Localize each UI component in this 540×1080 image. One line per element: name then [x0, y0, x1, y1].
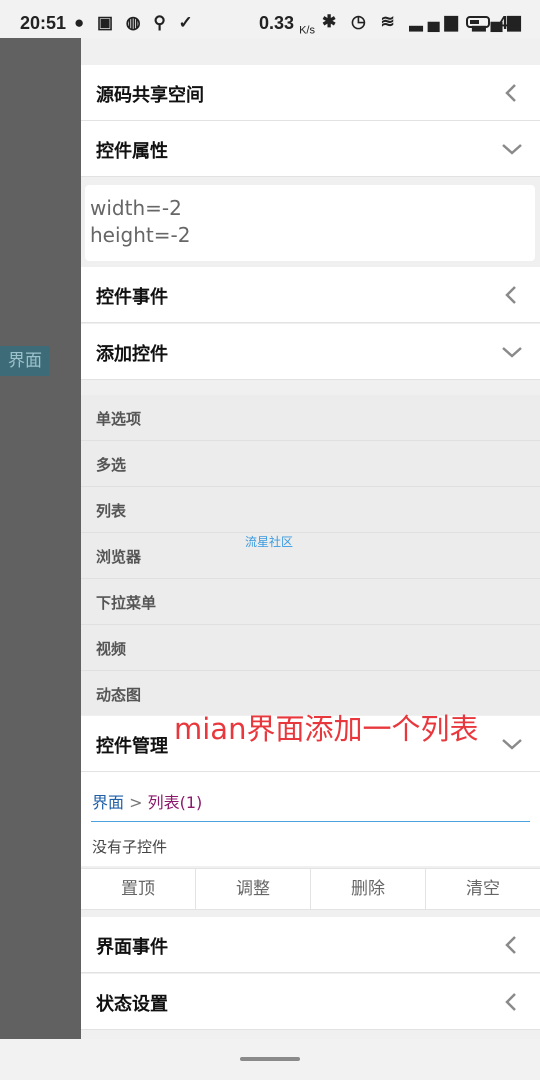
section-label: 状态设置 [96, 994, 168, 1015]
breadcrumb-separator: > [124, 793, 148, 812]
clock: 20:51 [20, 13, 67, 33]
delete-button[interactable]: 删除 [311, 869, 426, 909]
section-ui-events[interactable]: 界面事件 [81, 917, 540, 973]
notification-icons: ● ▣ ◍ ⚲ ✓ [74, 13, 197, 32]
add-item-dropdown[interactable]: 下拉菜单 [81, 579, 540, 625]
section-label: 界面事件 [96, 937, 168, 958]
action-bar: 置顶 调整 删除 清空 [81, 868, 540, 910]
properties-box[interactable]: width=-2 height=-2 [85, 185, 535, 261]
section-label: 添加控件 [96, 344, 168, 365]
no-children-message: 没有子控件 [81, 822, 540, 866]
section-label: 控件事件 [96, 287, 168, 308]
annotation-overlay: mian界面添加一个列表 [174, 712, 479, 746]
ui-tag[interactable]: 界面 [0, 346, 50, 376]
add-item-list[interactable]: 列表 [81, 487, 540, 533]
watermark-text: 流星社区 [245, 535, 294, 549]
system-icons: ✱ ◷ ≋ ▂▄▆ ▂▄▆ [322, 12, 526, 31]
add-item-checkbox[interactable]: 多选 [81, 441, 540, 487]
chevron-down-icon [502, 342, 522, 362]
pin-top-button[interactable]: 置顶 [81, 869, 196, 909]
breadcrumb-current[interactable]: 列表(1) [148, 793, 203, 812]
section-label: 控件属性 [96, 141, 168, 162]
section-source-share[interactable]: 源码共享空间 [81, 65, 540, 121]
section-state[interactable]: 状态设置 [81, 974, 540, 1030]
clear-button[interactable]: 清空 [426, 869, 540, 909]
section-properties[interactable]: 控件属性 [81, 121, 540, 177]
adjust-button[interactable]: 调整 [196, 869, 311, 909]
battery-icon [466, 16, 490, 28]
add-item-browser[interactable]: 浏览器 [81, 533, 540, 579]
section-label: 源码共享空间 [96, 85, 204, 106]
breadcrumb: 界面 > 列表(1) [81, 772, 540, 822]
chevron-left-icon [502, 285, 522, 305]
chevron-down-icon [502, 734, 522, 754]
width-value: width=-2 [90, 196, 182, 220]
add-control-list: 单选项 多选 列表 浏览器 下拉菜单 视频 动态图 [81, 395, 540, 717]
chevron-left-icon [502, 935, 522, 955]
chevron-down-icon [502, 139, 522, 159]
add-item-radio[interactable]: 单选项 [81, 395, 540, 441]
home-gesture-handle[interactable] [240, 1057, 300, 1061]
section-events[interactable]: 控件事件 [81, 267, 540, 323]
height-value: height=-2 [90, 223, 191, 247]
section-label: 控件管理 [96, 736, 168, 757]
breadcrumb-root[interactable]: 界面 [92, 793, 124, 812]
chevron-left-icon [502, 992, 522, 1012]
left-panel[interactable]: 界面 [0, 38, 81, 1039]
chevron-left-icon [502, 83, 522, 103]
battery-level: 46 [498, 13, 519, 33]
add-item-video[interactable]: 视频 [81, 625, 540, 671]
section-add-control[interactable]: 添加控件 [81, 324, 540, 380]
network-speed: 0.33 K/s [259, 13, 315, 37]
drawer-panel: 源码共享空间 控件属性 width=-2 height=-2 控件事件 添加控件… [81, 38, 540, 1039]
navigation-bar [0, 1039, 540, 1080]
